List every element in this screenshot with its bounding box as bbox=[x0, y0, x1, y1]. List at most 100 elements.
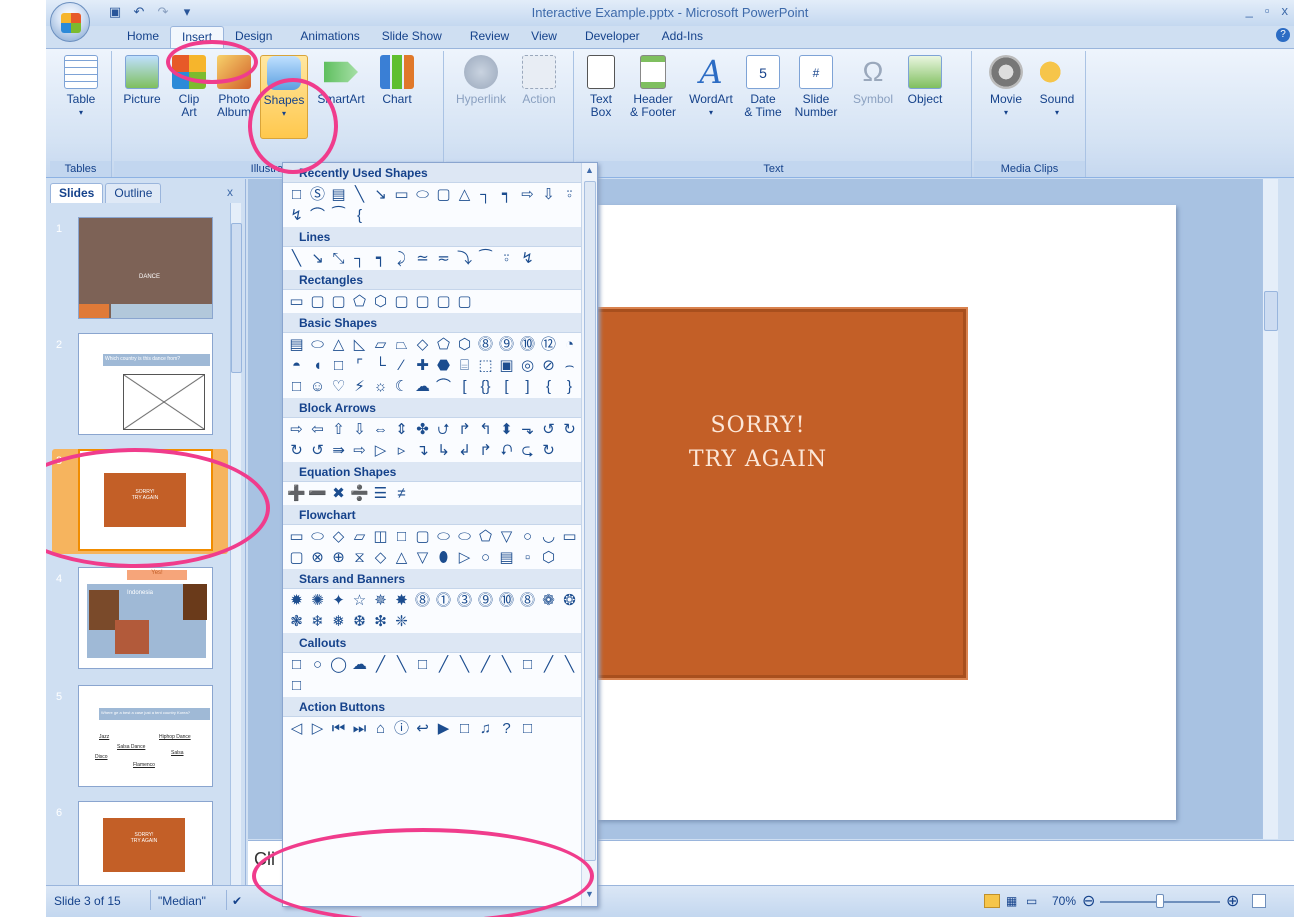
shape-item-icon[interactable]: ╱ bbox=[434, 655, 453, 674]
shape-item-icon[interactable]: ◇ bbox=[413, 335, 432, 354]
shape-item-icon[interactable]: ⊘ bbox=[539, 356, 558, 375]
shape-item-icon[interactable]: ✺ bbox=[308, 591, 327, 610]
shape-item-icon[interactable]: ☼ bbox=[371, 377, 390, 396]
shape-item-icon[interactable]: ⇕ bbox=[392, 420, 411, 439]
shape-item-icon[interactable]: □ bbox=[329, 356, 348, 375]
shape-item-icon[interactable]: ⏭ bbox=[350, 719, 369, 738]
shape-item-icon[interactable]: ◫ bbox=[371, 527, 390, 546]
shape-item-icon[interactable]: ⇧ bbox=[329, 420, 348, 439]
shape-item-icon[interactable]: ⌢ bbox=[560, 356, 579, 375]
photo-album-button[interactable]: Photo Album bbox=[212, 55, 256, 119]
shape-item-icon[interactable]: ⌒ bbox=[308, 206, 327, 225]
shape-item-icon[interactable]: ╲ bbox=[455, 655, 474, 674]
shape-item-icon[interactable]: ↴ bbox=[413, 441, 432, 460]
shape-item-icon[interactable]: ◺ bbox=[350, 335, 369, 354]
shape-item-icon[interactable]: ❃ bbox=[287, 612, 306, 631]
action-button[interactable]: Action bbox=[516, 55, 562, 106]
slide-thumbnail-3[interactable]: 3 SORRY! TRY AGAIN bbox=[52, 449, 228, 554]
scroll-down-icon[interactable]: ▼ bbox=[585, 889, 594, 899]
shape-item-icon[interactable]: ⬭ bbox=[413, 185, 432, 204]
shape-item-icon[interactable]: ▽ bbox=[413, 548, 432, 567]
shape-item-icon[interactable]: ▫ bbox=[518, 548, 537, 567]
shape-item-icon[interactable]: ⓘ bbox=[392, 719, 411, 738]
shape-item-icon[interactable]: ▷ bbox=[308, 719, 327, 738]
slide-thumbnail-4[interactable]: 4 Yes! Indonesia bbox=[52, 567, 228, 672]
shape-item-icon[interactable]: ↺ bbox=[308, 441, 327, 460]
shape-item-icon[interactable]: ┐ bbox=[350, 249, 369, 268]
shape-item-icon[interactable]: ↱ bbox=[476, 441, 495, 460]
shape-item-icon[interactable]: ✤ bbox=[413, 420, 432, 439]
shape-item-icon[interactable]: {} bbox=[476, 377, 495, 396]
shape-item-icon[interactable]: ▢ bbox=[329, 292, 348, 311]
shape-item-icon[interactable]: ⇔ bbox=[371, 420, 390, 439]
shape-item-icon[interactable]: ▶ bbox=[434, 719, 453, 738]
slide-show-view-icon[interactable]: ▭ bbox=[1026, 894, 1037, 908]
symbol-button[interactable]: Ω Symbol bbox=[848, 55, 898, 106]
shape-item-icon[interactable]: ⬠ bbox=[476, 527, 495, 546]
shape-item-icon[interactable]: ◓ bbox=[287, 356, 306, 375]
shape-item-icon[interactable]: ⇨ bbox=[518, 185, 537, 204]
shape-item-icon[interactable]: ⬠ bbox=[350, 292, 369, 311]
shape-item-icon[interactable]: ▹ bbox=[392, 441, 411, 460]
shape-item-icon[interactable]: ▢ bbox=[434, 185, 453, 204]
shape-item-icon[interactable]: ▣ bbox=[497, 356, 516, 375]
shape-item-icon[interactable]: ╱ bbox=[476, 655, 495, 674]
shape-item-icon[interactable]: ❄ bbox=[308, 612, 327, 631]
smartart-button[interactable]: SmartArt bbox=[312, 55, 370, 106]
shape-item-icon[interactable]: ▢ bbox=[392, 292, 411, 311]
shape-item-icon[interactable]: ⮏ bbox=[497, 441, 516, 460]
shape-item-icon[interactable]: ⬡ bbox=[371, 292, 390, 311]
chart-button[interactable]: Chart bbox=[376, 55, 418, 106]
shape-item-icon[interactable]: ✦ bbox=[329, 591, 348, 610]
shape-item-icon[interactable]: ▤ bbox=[497, 548, 516, 567]
scrollbar-thumb[interactable] bbox=[231, 223, 242, 373]
table-button[interactable]: Table ▾ bbox=[54, 55, 108, 119]
shape-item-icon[interactable]: □ bbox=[287, 185, 306, 204]
shape-item-icon[interactable]: ╲ bbox=[560, 655, 579, 674]
shape-item-icon[interactable]: ▢ bbox=[308, 292, 327, 311]
shape-item-icon[interactable]: ✚ bbox=[413, 356, 432, 375]
shape-item-icon[interactable]: □ bbox=[287, 377, 306, 396]
shape-item-icon[interactable]: □ bbox=[413, 655, 432, 674]
shape-item-icon[interactable]: ⇦ bbox=[308, 420, 327, 439]
zoom-out-button[interactable]: ⊖ bbox=[1082, 891, 1095, 911]
shape-item-icon[interactable]: ∕ bbox=[392, 356, 411, 375]
shape-item-icon[interactable]: ┑ bbox=[497, 185, 516, 204]
editor-scrollbar[interactable] bbox=[1262, 179, 1278, 839]
picture-button[interactable]: Picture bbox=[118, 55, 166, 106]
shape-item-icon[interactable]: □ bbox=[287, 676, 306, 695]
shapes-gallery-scrollbar[interactable]: ▲ ▼ bbox=[581, 163, 597, 906]
shape-item-icon[interactable]: ⬮ bbox=[434, 548, 453, 567]
shape-item-icon[interactable]: ⬎ bbox=[518, 420, 537, 439]
shape-item-icon[interactable]: ↺ bbox=[539, 420, 558, 439]
tab-design[interactable]: Design bbox=[224, 26, 283, 48]
shape-item-icon[interactable]: ▭ bbox=[287, 292, 306, 311]
shape-item-icon[interactable]: ◁ bbox=[287, 719, 306, 738]
shape-item-icon[interactable]: ❂ bbox=[560, 591, 579, 610]
shape-item-icon[interactable]: ○ bbox=[308, 655, 327, 674]
normal-view-icon[interactable] bbox=[984, 894, 1000, 908]
shape-item-icon[interactable]: ⓽ bbox=[497, 335, 516, 354]
header-footer-button[interactable]: Header & Footer bbox=[624, 55, 682, 119]
zoom-in-button[interactable]: ⊕ bbox=[1226, 891, 1239, 911]
shape-item-icon[interactable]: ⓾ bbox=[497, 591, 516, 610]
shape-item-icon[interactable]: ⬭ bbox=[455, 527, 474, 546]
sorry-shape[interactable]: SORRY! TRY AGAIN bbox=[548, 307, 968, 680]
shape-item-icon[interactable]: Ⓢ bbox=[308, 185, 327, 204]
shape-item-icon[interactable]: { bbox=[539, 377, 558, 396]
scrollbar-thumb[interactable] bbox=[1264, 291, 1278, 331]
shape-item-icon[interactable]: ☆ bbox=[350, 591, 369, 610]
shape-item-icon[interactable]: ⍤ bbox=[560, 185, 579, 204]
shape-item-icon[interactable]: ↻ bbox=[287, 441, 306, 460]
tab-slide-show[interactable]: Slide Show bbox=[371, 26, 453, 48]
shape-item-icon[interactable]: ➕ bbox=[287, 484, 306, 503]
shape-item-icon[interactable]: △ bbox=[329, 335, 348, 354]
shape-item-icon[interactable]: □ bbox=[392, 527, 411, 546]
shape-item-icon[interactable]: ⓾ bbox=[518, 335, 537, 354]
shape-item-icon[interactable]: ⇨ bbox=[350, 441, 369, 460]
movie-button[interactable]: Movie ▾ bbox=[982, 55, 1030, 119]
slide-canvas[interactable]: SORRY! TRY AGAIN bbox=[548, 205, 1176, 820]
tab-outline[interactable]: Outline bbox=[105, 183, 162, 203]
zoom-slider-knob[interactable] bbox=[1156, 894, 1164, 908]
shape-item-icon[interactable]: ╱ bbox=[539, 655, 558, 674]
